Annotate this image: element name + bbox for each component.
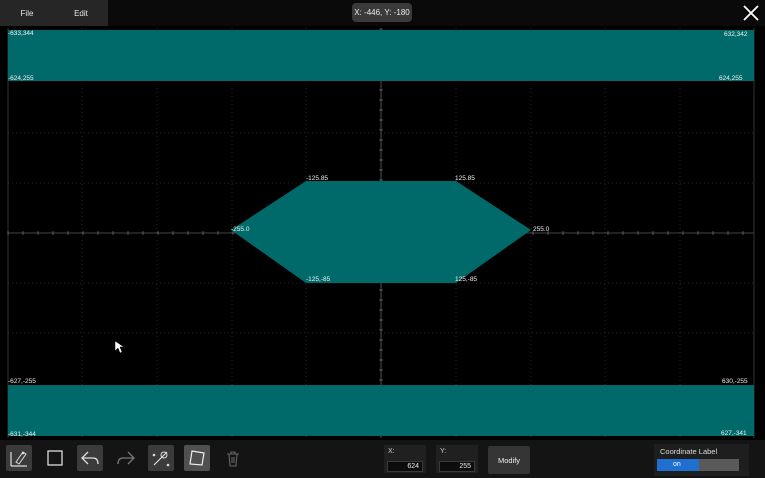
coordinate-label-toggle-on: on [657, 459, 699, 471]
rectangle-icon[interactable] [42, 445, 68, 471]
x-field-group: X: 624 [384, 445, 426, 473]
pen-tool-icon[interactable] [6, 445, 32, 471]
top-band-shape[interactable] [8, 30, 754, 81]
coordinate-label-toggle[interactable]: on [657, 459, 739, 471]
bottom-band-top-left-label: -627,-255 [8, 378, 36, 385]
redo-icon[interactable] [113, 445, 139, 471]
undo-icon[interactable] [77, 445, 103, 471]
close-icon[interactable] [740, 2, 762, 24]
bottom-band-shape[interactable] [8, 385, 754, 436]
hexagon-bottom-right-label: 125,-85 [455, 276, 477, 283]
coordinate-label-title: Coordinate Label [660, 447, 718, 456]
top-band-bottom-right-label: 624,255 [719, 75, 743, 82]
y-field-group: Y: 255 [436, 445, 478, 473]
top-band-bottom-left-label: -624,255 [8, 75, 34, 82]
bottom-band-top-right-label: 630,-255 [722, 378, 748, 385]
edit-menu[interactable]: Edit [54, 0, 108, 26]
bottom-band-bottom-right-label: 627,-341 [721, 430, 747, 437]
top-band-top-right-label: 632,342 [724, 31, 748, 38]
hexagon-bottom-left-label: -125,-85 [306, 276, 331, 283]
top-band-top-left-label: -633,344 [8, 30, 34, 37]
x-field-label: X: [388, 448, 395, 455]
hexagon-top-right-label: 125.85 [455, 175, 475, 182]
hexagon-left-label: -255.0 [231, 226, 250, 233]
node-edit-icon[interactable] [148, 445, 174, 471]
file-menu[interactable]: File [0, 0, 54, 26]
polygon-icon[interactable] [184, 445, 210, 471]
y-field[interactable]: 255 [439, 461, 475, 472]
modify-button[interactable]: Modify [488, 446, 530, 474]
coordinate-label-panel: Coordinate Label on [654, 444, 749, 476]
drawing-canvas[interactable]: -633,344 632,342 -624,255 624,255 -627,-… [0, 26, 765, 440]
hexagon-right-label: 255.0 [533, 226, 550, 233]
x-field[interactable]: 624 [387, 461, 423, 472]
cursor-coordinate-readout: X: -446, Y: -180 [352, 3, 412, 22]
trash-icon[interactable] [220, 445, 246, 471]
hexagon-top-left-label: -125.85 [306, 175, 328, 182]
bottom-band-bottom-left-label: -631,-344 [8, 431, 36, 438]
y-field-label: Y: [440, 448, 447, 455]
